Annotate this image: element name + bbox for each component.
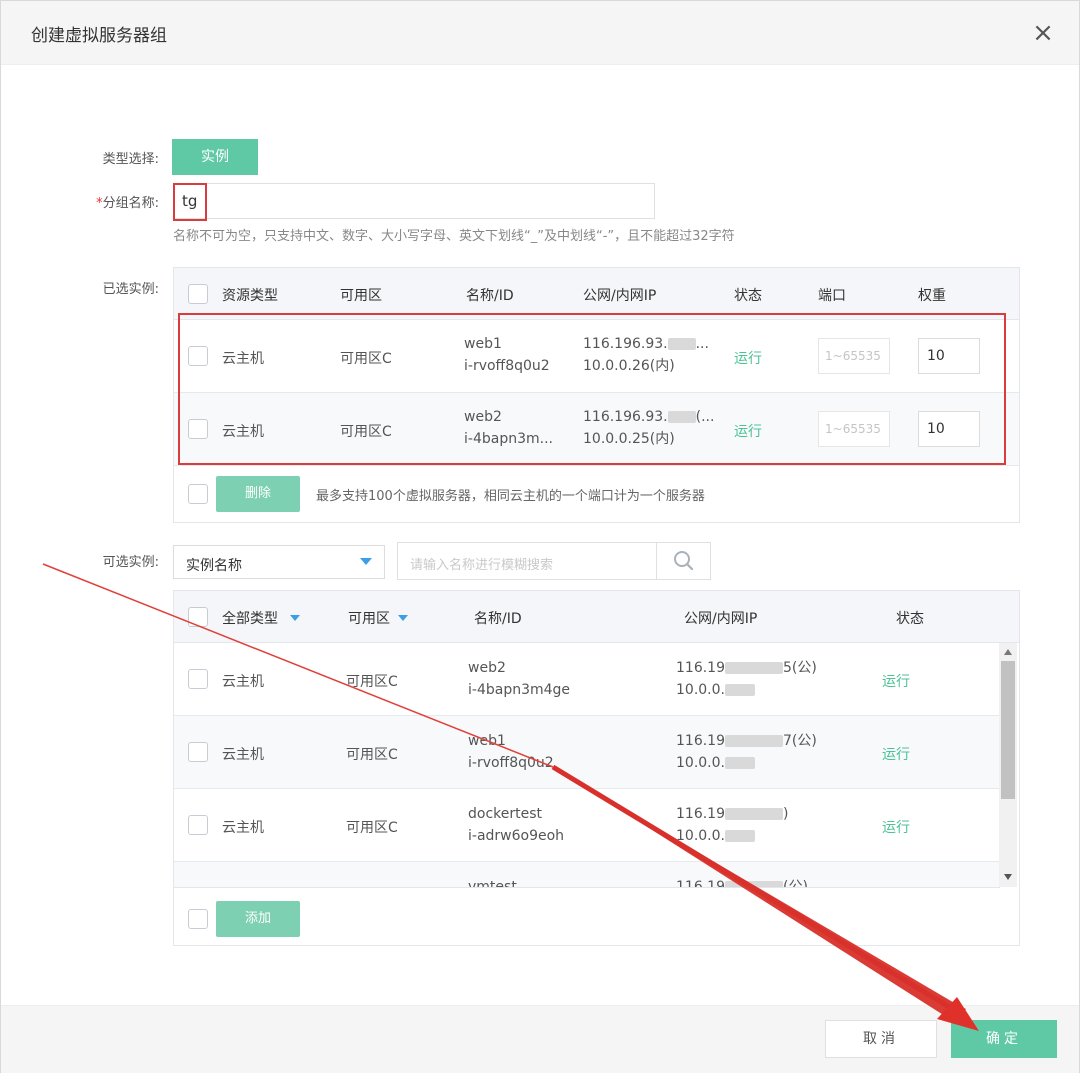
- available-label: 可选实例:: [102, 555, 159, 570]
- close-icon[interactable]: ×: [1027, 15, 1059, 51]
- row-status: 运行: [882, 674, 910, 690]
- scroll-down-icon[interactable]: [1003, 873, 1013, 881]
- chevron-down-icon: [360, 558, 372, 565]
- row-name: web2: [468, 660, 506, 676]
- row-checkbox[interactable]: [188, 815, 208, 835]
- col-name-id: 名称/ID: [474, 611, 522, 627]
- row-name: vmtest: [468, 879, 517, 888]
- row-ip-public: 116.19 5(公): [676, 657, 817, 679]
- row-status: 运行: [882, 747, 910, 763]
- row-name: dockertest: [468, 806, 543, 822]
- row-ip-private: 10.0.0.: [676, 825, 755, 847]
- col-ip: 公网/内网IP: [684, 611, 758, 627]
- row-zone: 可用区C: [346, 820, 398, 836]
- row-ip-public: 116.19): [676, 803, 788, 825]
- available-table-header: 全部类型 可用区 名称/ID 公网/内网IP 状态: [174, 591, 1019, 643]
- row-type: 云主机: [222, 747, 264, 763]
- row-checkbox[interactable]: [188, 742, 208, 762]
- type-instance-button[interactable]: 实例: [172, 139, 258, 175]
- table-row[interactable]: vmtest 116.19 (公): [174, 862, 1000, 888]
- search-input[interactable]: 请输入名称进行模糊搜索: [410, 554, 553, 573]
- confirm-button[interactable]: 确定: [951, 1020, 1057, 1058]
- selected-footer-checkbox[interactable]: [188, 484, 208, 504]
- col-ip: 公网/内网IP: [583, 288, 657, 304]
- row-ip-private-prefix: 10.0.0.: [676, 682, 725, 698]
- masked-text: [724, 684, 755, 696]
- name-hint: 名称不可为空，只支持中文、数字、大小写字母、英文下划线“_”及中划线“-”，且不…: [173, 229, 735, 244]
- row-checkbox[interactable]: [188, 669, 208, 689]
- scrollbar[interactable]: [999, 643, 1017, 887]
- row-zone: 可用区C: [346, 674, 398, 690]
- search-icon: [674, 551, 694, 571]
- row-type: 云主机: [222, 820, 264, 836]
- masked-text: [725, 735, 783, 747]
- row-name: web1: [468, 733, 506, 749]
- table-row[interactable]: 云主机 可用区C web1 i-rvoff8q0u2 116.19 7(公) 10…: [174, 716, 1000, 789]
- create-server-group-dialog: 创建虚拟服务器组 × 类型选择: 实例 *分组名称: tg 名称不可为空，只支持…: [0, 0, 1080, 1073]
- group-name-label: *分组名称:: [39, 192, 159, 211]
- chevron-down-icon[interactable]: [398, 615, 408, 621]
- row-ip-private-prefix: 10.0.0.: [676, 828, 725, 844]
- annotation-box-name: [173, 183, 207, 221]
- row-ip-public-tail: (公): [783, 879, 808, 888]
- available-table: 全部类型 可用区 名称/ID 公网/内网IP 状态 云主机 可用区C web2 …: [173, 590, 1020, 946]
- col-status: 状态: [896, 611, 924, 627]
- row-ip-private: 10.0.0.: [676, 679, 755, 701]
- available-footer-checkbox[interactable]: [188, 909, 208, 929]
- dialog-title: 创建虚拟服务器组: [31, 26, 167, 46]
- row-zone: 可用区C: [346, 747, 398, 763]
- row-ip-public-prefix: 116.19: [676, 733, 725, 749]
- search-box: 请输入名称进行模糊搜索: [397, 542, 711, 580]
- search-button[interactable]: [656, 543, 710, 579]
- scroll-up-icon[interactable]: [1003, 648, 1013, 656]
- row-type: 云主机: [222, 674, 264, 690]
- row-ip-private: 10.0.0.: [676, 752, 755, 774]
- selected-label: 已选实例:: [102, 282, 159, 297]
- row-id: i-4bapn3m4ge: [468, 682, 571, 698]
- max-servers-note: 最多支持100个虚拟服务器，相同云主机的一个端口计为一个服务器: [316, 489, 705, 504]
- row-ip-public-tail: 5(公): [783, 660, 817, 676]
- row-ip-public-prefix: 116.19: [676, 806, 725, 822]
- col-zone: 可用区: [340, 288, 382, 304]
- masked-text: [724, 757, 755, 769]
- col-all-types[interactable]: 全部类型: [222, 608, 278, 628]
- chevron-down-icon[interactable]: [290, 615, 300, 621]
- available-select-all-checkbox[interactable]: [188, 607, 208, 627]
- row-ip-private-prefix: 10.0.0.: [676, 755, 725, 771]
- annotation-box-selected: [178, 313, 1006, 465]
- row-ip-public-tail: 7(公): [783, 733, 817, 749]
- table-row[interactable]: 云主机 可用区C dockertest i-adrw6o9eoh 116.19)…: [174, 789, 1000, 862]
- filter-select-value: 实例名称: [186, 558, 242, 574]
- scrollbar-thumb[interactable]: [1001, 661, 1015, 799]
- masked-text: [725, 808, 783, 820]
- masked-text: [725, 662, 783, 674]
- row-status: 运行: [882, 820, 910, 836]
- row-ip-public: 116.19 (公): [676, 876, 808, 888]
- type-label: 类型选择:: [102, 152, 159, 167]
- col-name-id: 名称/ID: [466, 288, 514, 304]
- col-weight: 权重: [918, 288, 946, 304]
- col-port: 端口: [818, 288, 846, 304]
- masked-text: [724, 830, 755, 842]
- delete-button[interactable]: 删除: [216, 476, 300, 512]
- table-row[interactable]: 云主机 可用区C web2 i-4bapn3m4ge 116.19 5(公) 10…: [174, 643, 1000, 716]
- row-ip-public: 116.19 7(公): [676, 730, 817, 752]
- masked-text: [725, 881, 783, 887]
- col-status: 状态: [734, 288, 762, 304]
- group-name-label-text: 分组名称:: [102, 196, 159, 211]
- filter-select[interactable]: 实例名称: [173, 545, 385, 579]
- selected-select-all-checkbox[interactable]: [188, 284, 208, 304]
- group-name-input[interactable]: tg: [173, 183, 655, 219]
- dialog-footer: 取消 确定: [1, 1005, 1079, 1073]
- col-resource-type: 资源类型: [222, 288, 278, 304]
- row-ip-public-prefix: 116.19: [676, 660, 725, 676]
- cancel-button[interactable]: 取消: [825, 1020, 937, 1058]
- row-ip-public-prefix: 116.19: [676, 879, 725, 888]
- dialog-header: 创建虚拟服务器组 ×: [1, 1, 1079, 65]
- col-zone-filter[interactable]: 可用区: [348, 608, 390, 628]
- add-button[interactable]: 添加: [216, 901, 300, 937]
- row-ip-public-tail: ): [783, 806, 789, 822]
- row-id: i-adrw6o9eoh: [468, 828, 565, 844]
- row-id: i-rvoff8q0u2: [468, 755, 554, 771]
